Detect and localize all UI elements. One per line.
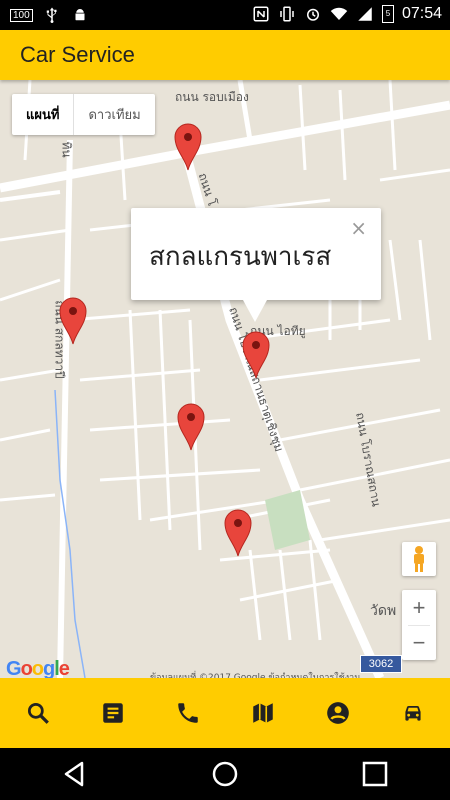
battery-level-icon: 100 bbox=[10, 8, 33, 22]
map-type-map-button[interactable]: แผนที่ bbox=[12, 94, 75, 135]
nav-account-button[interactable] bbox=[318, 693, 358, 733]
map-pin-5[interactable] bbox=[223, 508, 253, 558]
signal-icon bbox=[358, 7, 372, 21]
system-navigation bbox=[0, 748, 450, 800]
android-icon bbox=[75, 9, 85, 21]
nav-phone-button[interactable] bbox=[168, 693, 208, 733]
zoom-out-button[interactable]: − bbox=[402, 625, 436, 660]
nav-car-button[interactable] bbox=[393, 693, 433, 733]
google-logo: Google bbox=[6, 658, 70, 678]
battery-icon: 5 bbox=[381, 5, 394, 23]
map-pin-2[interactable] bbox=[58, 296, 88, 346]
street-view-button[interactable] bbox=[402, 542, 436, 576]
map-type-satellite-button[interactable]: ดาวเทียม bbox=[74, 94, 154, 135]
wifi-icon bbox=[330, 7, 348, 20]
zoom-in-button[interactable]: + bbox=[402, 590, 436, 625]
pegman-icon bbox=[414, 546, 424, 572]
info-window-tail bbox=[243, 300, 267, 322]
map-pin-1[interactable] bbox=[173, 122, 203, 172]
map-label-road-left-top: ทิน bbox=[59, 141, 74, 158]
zoom-control: + − bbox=[402, 590, 436, 660]
nfc-icon bbox=[253, 6, 269, 22]
nav-document-button[interactable] bbox=[93, 693, 133, 733]
phone-icon bbox=[177, 703, 198, 723]
map-pin-3[interactable] bbox=[241, 330, 271, 380]
map-copyright[interactable]: ข้อมูลแผนที่ ©2017 Google ข้อกำหนดในการใ… bbox=[150, 670, 360, 678]
map-view[interactable]: ถนน รอบเมือง ทิน ถนน สกลทวาปี ถนน โ ถนน … bbox=[0, 80, 450, 678]
search-icon bbox=[27, 702, 49, 724]
document-icon bbox=[102, 703, 123, 723]
map-pin-4[interactable] bbox=[176, 402, 206, 452]
car-icon bbox=[404, 705, 421, 721]
info-window-title: สกลแกรนพาเรส bbox=[149, 242, 332, 272]
vibrate-icon bbox=[280, 6, 294, 22]
info-window: สกลแกรนพาเรส × bbox=[131, 208, 381, 322]
map-label-road-top: ถนน รอบเมือง bbox=[175, 90, 249, 104]
map-label-place: วัดพ bbox=[370, 603, 397, 619]
app-title: Car Service bbox=[20, 42, 135, 67]
nav-map-button[interactable] bbox=[243, 693, 283, 733]
route-sign: 3062 bbox=[360, 655, 402, 673]
app-bar: Car Service bbox=[0, 30, 450, 80]
nav-search-button[interactable] bbox=[18, 693, 58, 733]
account-icon bbox=[326, 702, 349, 724]
map-roads bbox=[0, 80, 450, 678]
back-icon[interactable] bbox=[60, 759, 90, 789]
bottom-navigation bbox=[0, 678, 450, 748]
recents-icon[interactable] bbox=[360, 759, 390, 789]
home-icon[interactable] bbox=[210, 759, 240, 789]
map-icon bbox=[252, 703, 273, 723]
close-icon[interactable]: × bbox=[350, 216, 367, 240]
usb-icon bbox=[46, 7, 57, 24]
alarm-icon bbox=[306, 8, 319, 21]
clock: 07:54 bbox=[401, 5, 442, 22]
map-type-control: แผนที่ ดาวเทียม bbox=[12, 94, 155, 135]
status-bar: 100 5 07:54 bbox=[0, 0, 450, 30]
